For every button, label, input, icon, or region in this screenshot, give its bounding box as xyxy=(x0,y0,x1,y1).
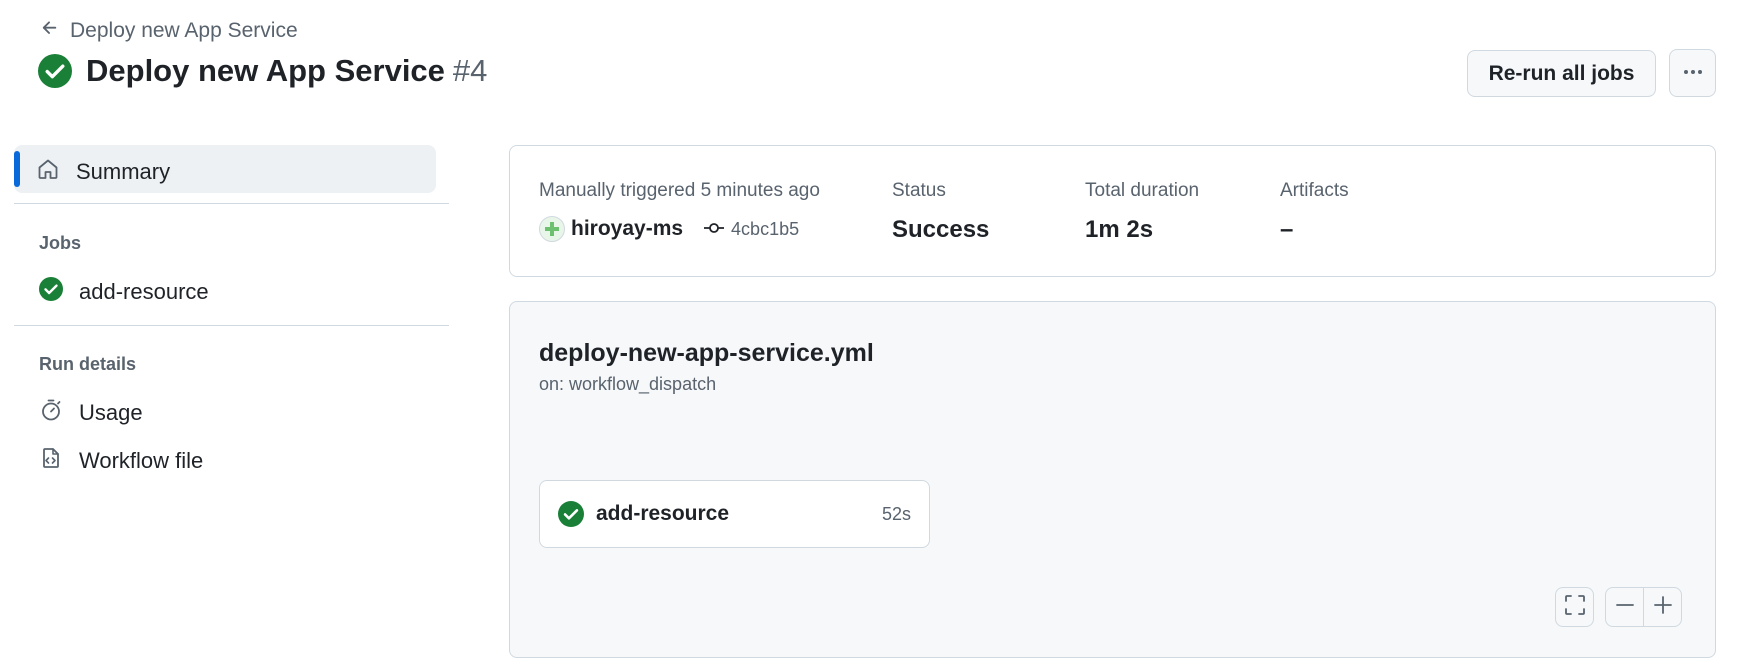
sidebar-item-workflow-file[interactable]: Workflow file xyxy=(39,446,203,476)
sidebar-item-summary-content[interactable]: Summary xyxy=(36,157,170,187)
stopwatch-icon xyxy=(39,398,63,428)
commit-link[interactable]: 4cbc1b5 xyxy=(703,219,799,240)
plus-icon xyxy=(1652,594,1674,621)
dash-icon xyxy=(1614,594,1636,621)
arrow-left-icon xyxy=(40,18,60,44)
check-circle-fill-icon xyxy=(39,277,63,307)
sidebar-item-label: Usage xyxy=(79,400,143,425)
fullscreen-button[interactable] xyxy=(1555,587,1594,627)
file-code-icon xyxy=(39,446,63,476)
more-options-button[interactable] xyxy=(1669,49,1716,97)
back-link-label: Deploy new App Service xyxy=(70,19,298,42)
run-number: #4 xyxy=(452,53,488,88)
sidebar-item-label: Workflow file xyxy=(79,448,204,473)
duration-label: Total duration xyxy=(1085,180,1200,201)
zoom-in-button[interactable] xyxy=(1643,587,1682,627)
artifacts-label: Artifacts xyxy=(1280,180,1349,201)
check-circle-fill-icon xyxy=(558,501,584,527)
divider xyxy=(14,325,449,326)
rerun-all-jobs-button[interactable]: Re-run all jobs xyxy=(1467,50,1656,97)
divider xyxy=(14,203,449,204)
back-link[interactable]: Deploy new App Service xyxy=(40,18,298,44)
job-name: add-resource xyxy=(596,502,730,525)
commit-sha: 4cbc1b5 xyxy=(731,218,800,239)
page-title: Deploy new App Service #4 xyxy=(86,53,487,89)
duration-value: 1m 2s xyxy=(1085,216,1154,243)
screen-full-icon xyxy=(1564,594,1586,621)
workflow-filename: deploy-new-app-service.yml xyxy=(539,339,874,367)
kebab-horizontal-icon xyxy=(1681,60,1705,87)
trigger-label: Manually triggered 5 minutes ago xyxy=(539,180,820,201)
workflow-trigger: on: workflow_dispatch xyxy=(539,374,717,394)
status-label: Status xyxy=(892,180,946,201)
status-value: Success xyxy=(892,216,990,243)
page-title-row: Deploy new App Service #4 xyxy=(38,53,487,89)
sidebar-item-label: Summary xyxy=(76,159,171,184)
artifacts-value: – xyxy=(1280,216,1294,243)
job-card-add-resource[interactable]: add-resource 52s xyxy=(539,480,930,548)
check-circle-fill-icon xyxy=(38,54,72,88)
avatar[interactable] xyxy=(539,216,565,242)
workflow-graph-panel: deploy-new-app-service.yml on: workflow_… xyxy=(509,301,1716,658)
run-details-heading: Run details xyxy=(39,354,137,374)
home-icon xyxy=(36,157,60,187)
actor-link[interactable]: hiroyay-ms xyxy=(571,217,683,241)
active-indicator xyxy=(14,151,20,187)
sidebar-item-job[interactable]: add-resource xyxy=(39,277,209,307)
jobs-heading: Jobs xyxy=(39,233,82,253)
run-summary-card: Manually triggered 5 minutes ago hiroyay… xyxy=(509,145,1716,277)
sidebar-item-usage[interactable]: Usage xyxy=(39,398,143,428)
actor-commit-row: hiroyay-ms 4cbc1b5 xyxy=(539,216,799,242)
git-commit-icon xyxy=(703,219,725,240)
sidebar-item-label: add-resource xyxy=(79,279,209,304)
zoom-out-button[interactable] xyxy=(1605,587,1644,627)
page-title-text: Deploy new App Service xyxy=(86,53,445,88)
job-duration: 52s xyxy=(881,503,911,524)
